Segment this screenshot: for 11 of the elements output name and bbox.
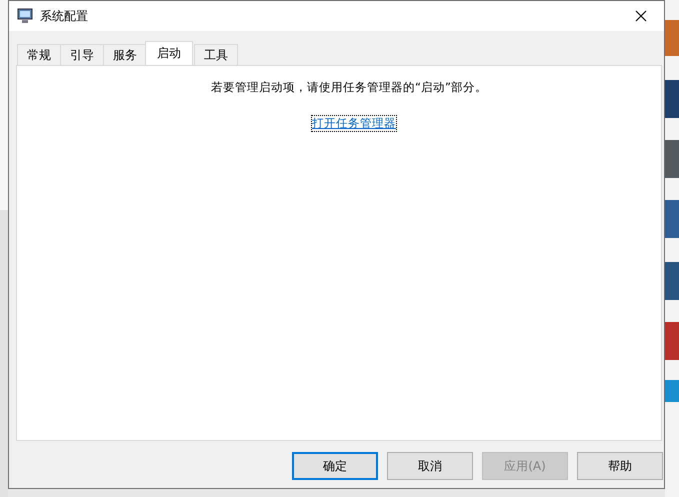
dialog-button[interactable]: 帮助 (577, 452, 663, 480)
task-manager-link[interactable]: 打开任务管理器 (312, 116, 396, 131)
message-text: 若要管理启动项，请使用任务管理器的“启动”部分。 (211, 80, 487, 95)
dialog-button[interactable]: 确定 (292, 452, 378, 480)
tab[interactable]: 工具 (194, 44, 238, 65)
tab[interactable]: 启动 (145, 41, 193, 65)
close-icon (635, 10, 647, 22)
window-title: 系统配置 (40, 8, 89, 24)
computer-icon (17, 8, 33, 24)
tab[interactable]: 常规 (17, 44, 61, 65)
dialog-button[interactable]: 取消 (387, 452, 473, 480)
